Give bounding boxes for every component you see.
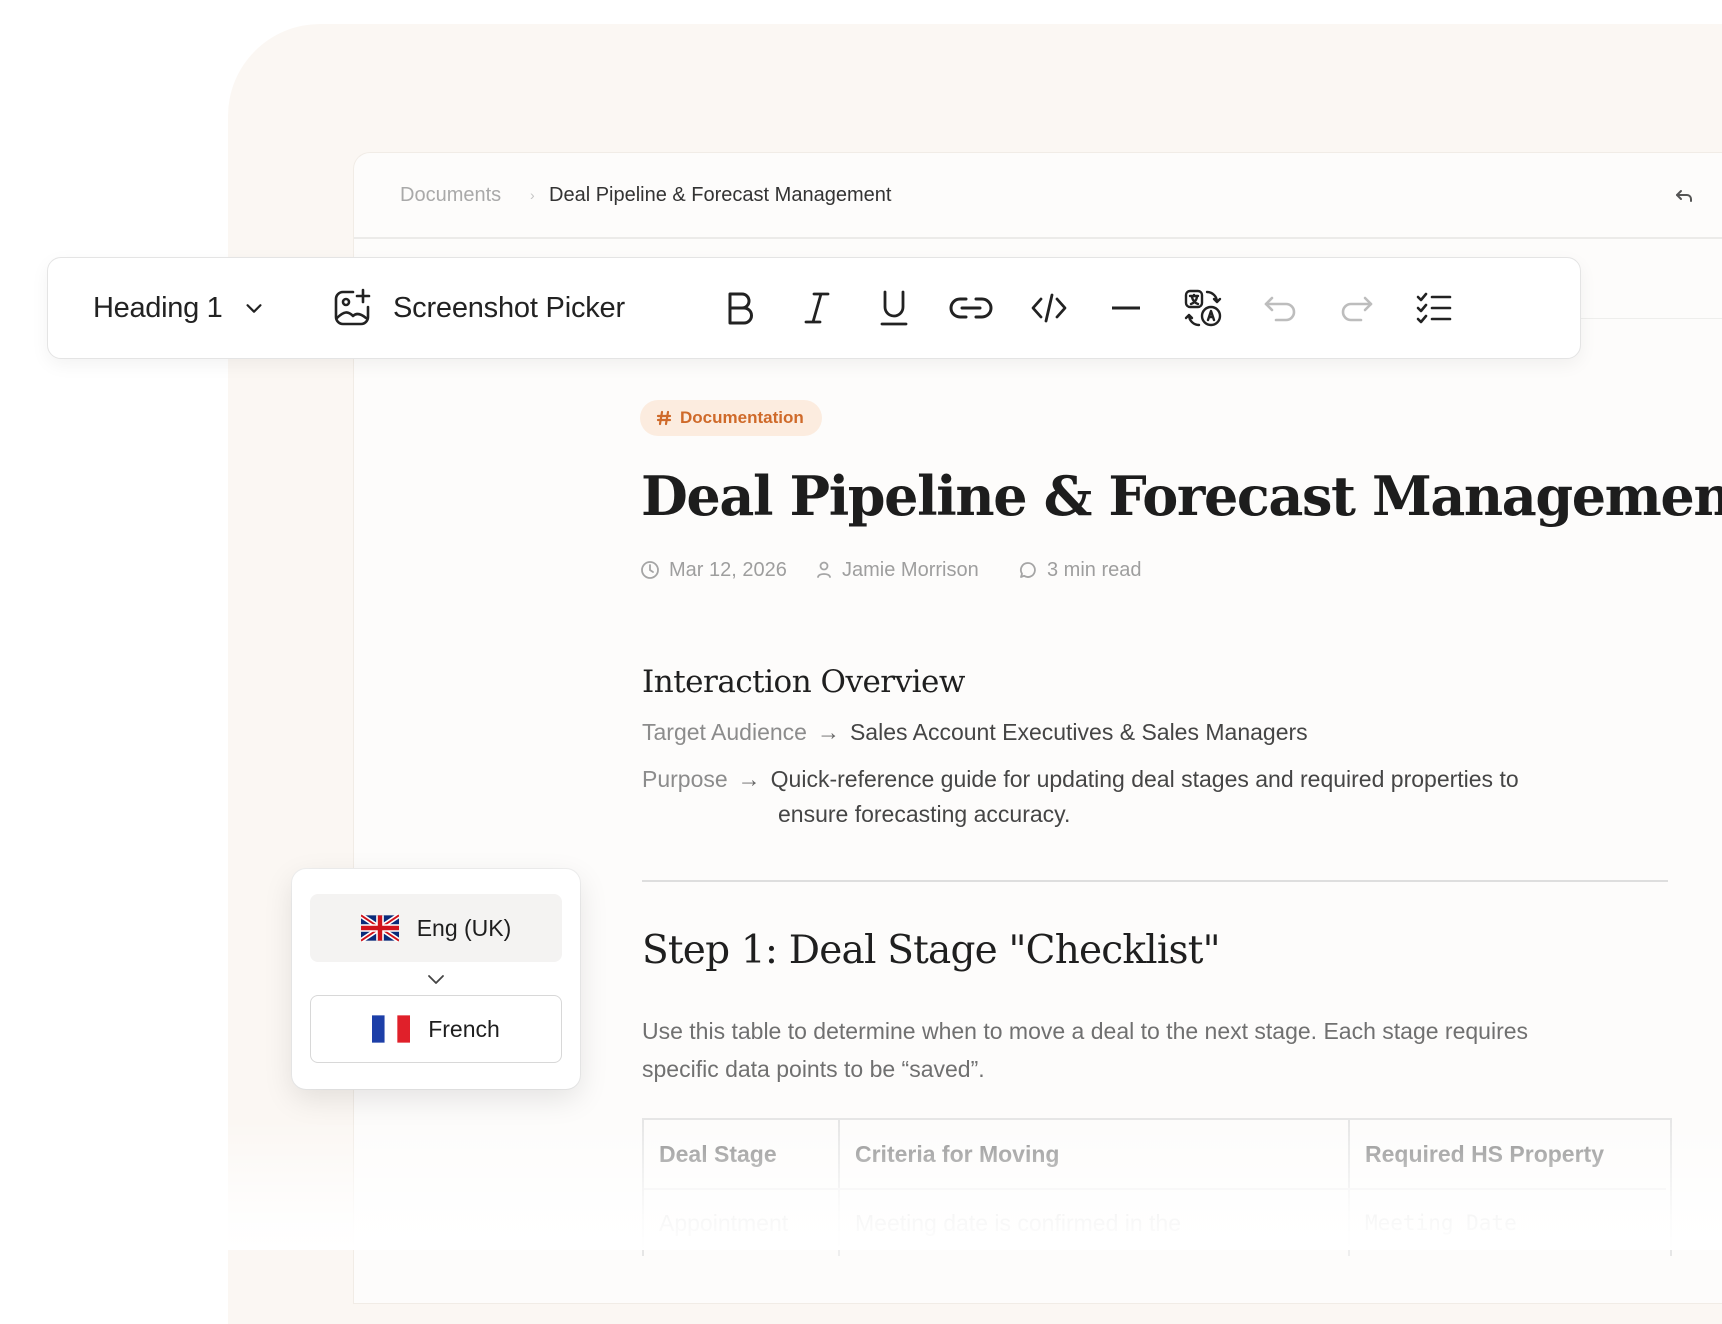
table-row: Appointment Meeting date is confirmed in… (644, 1188, 1670, 1256)
table-cell: Meeting Date (1350, 1188, 1666, 1256)
code-button[interactable] (1025, 258, 1073, 358)
meta-date-text: Mar 12, 2026 (669, 558, 787, 581)
source-language-option[interactable]: Eng (UK) (310, 894, 562, 962)
code-icon (1031, 293, 1067, 323)
purpose-value: Quick-reference guide for updating deal … (770, 766, 1519, 792)
deal-stage-table: Deal Stage Criteria for Moving Required … (642, 1118, 1672, 1256)
step1-paragraph-line: Use this table to determine when to move… (642, 1018, 1529, 1044)
section-heading-step1: Step 1: Deal Stage "Checklist" (642, 928, 1221, 973)
bold-button[interactable] (716, 258, 764, 358)
editor-toolbar: Heading 1 Screenshot Picker (47, 257, 1581, 359)
meta-author-text: Jamie Morrison (842, 558, 979, 581)
category-tag[interactable]: Documentation (640, 400, 822, 436)
table-header-cell: Required HS Property (1365, 1140, 1604, 1167)
hash-icon (656, 410, 672, 426)
checklist-icon (1416, 292, 1452, 324)
meta-date: Mar 12, 2026 (640, 556, 787, 584)
purpose-value-continued: ensure forecasting accuracy. (778, 801, 1071, 827)
breadcrumb-separator: › (530, 187, 535, 203)
document-title: Deal Pipeline & Forecast Management (641, 464, 1722, 528)
section-heading-overview: Interaction Overview (642, 664, 965, 700)
target-audience-row: Target Audience → Sales Account Executiv… (642, 719, 1308, 746)
target-language-option[interactable]: French (310, 995, 562, 1063)
meta-read-time: 3 min read (1018, 556, 1142, 584)
undo-icon (1264, 296, 1296, 322)
horizontal-rule-button[interactable] (1102, 258, 1150, 358)
redo-button[interactable] (1333, 258, 1381, 358)
underline-icon (880, 290, 908, 326)
purpose-row: Purpose → Quick-reference guide for upda… (642, 766, 1519, 793)
underline-button[interactable] (870, 258, 918, 358)
translate-button[interactable] (1179, 258, 1227, 358)
uk-flag-icon (360, 914, 399, 942)
user-icon (817, 561, 831, 578)
link-button[interactable] (947, 258, 995, 358)
target-language-label: French (428, 1015, 500, 1042)
meta-author: Jamie Morrison (815, 556, 979, 584)
category-tag-label: Documentation (680, 408, 804, 427)
checklist-button[interactable] (1410, 258, 1458, 358)
undo-button[interactable] (1256, 258, 1304, 358)
table-cell: Appointment (644, 1188, 840, 1256)
step1-paragraph: Use this table to determine when to move… (642, 1012, 1662, 1088)
bold-icon (728, 292, 753, 325)
redo-icon (1341, 296, 1373, 322)
back-icon (1676, 190, 1692, 202)
france-flag-icon (372, 1015, 411, 1043)
step1-paragraph-line: specific data points to be “saved”. (642, 1056, 985, 1082)
section-divider (642, 880, 1668, 882)
italic-icon (804, 292, 830, 324)
meta-read-time-text: 3 min read (1047, 558, 1142, 581)
divider-icon (1112, 306, 1140, 310)
table-header-cell: Deal Stage (644, 1120, 840, 1188)
screenshot-picker-button[interactable]: Screenshot Picker (331, 258, 625, 358)
document-topbar: Documents › Deal Pipeline & Forecast Man… (354, 153, 1722, 239)
heading-select-label: Heading 1 (93, 291, 223, 324)
heading-select[interactable]: Heading 1 (93, 258, 265, 358)
arrow-icon: → (816, 719, 840, 745)
comment-icon (1019, 562, 1036, 578)
back-button[interactable] (1670, 181, 1698, 209)
screenshot-picker-label: Screenshot Picker (393, 291, 625, 324)
image-add-icon (334, 288, 371, 326)
translate-icon (1184, 289, 1222, 327)
table-header-row: Deal Stage Criteria for Moving Required … (644, 1120, 1670, 1188)
clock-icon (641, 561, 659, 579)
table-cell: Meeting date is confirmed in the (840, 1188, 1350, 1256)
target-audience-value: Sales Account Executives & Sales Manager… (849, 719, 1308, 745)
chevron-down-icon (245, 304, 262, 313)
purpose-label: Purpose (642, 766, 728, 792)
language-switcher: Eng (UK) French (292, 869, 580, 1089)
table-header-cell: Criteria for Moving (840, 1120, 1350, 1188)
italic-button[interactable] (793, 258, 841, 358)
link-icon (949, 297, 993, 319)
breadcrumb-documents[interactable]: Documents (400, 184, 501, 207)
arrow-icon: → (737, 766, 761, 792)
breadcrumb-current: Deal Pipeline & Forecast Management (549, 183, 892, 206)
chevron-down-icon (428, 975, 444, 984)
target-audience-label: Target Audience (642, 719, 807, 745)
source-language-label: Eng (UK) (416, 914, 512, 941)
